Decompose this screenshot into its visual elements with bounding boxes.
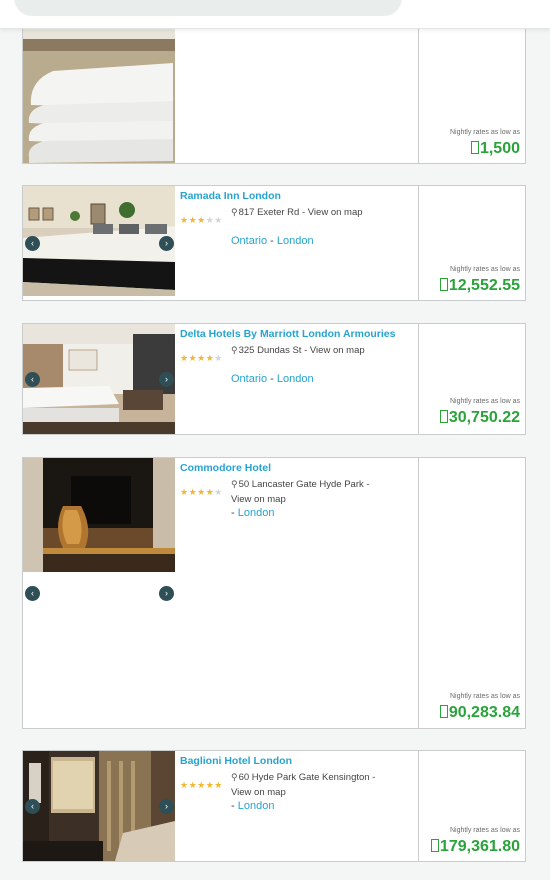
hotel-photo[interactable]: ‹ ›	[23, 751, 175, 861]
hotel-location: Ontario - London	[231, 235, 314, 247]
rate-label: Nightly rates as low as	[449, 266, 520, 273]
price-panel: Nightly rates as low as 30,750.22	[418, 324, 525, 434]
province-link[interactable]: Ontario	[231, 373, 267, 385]
hotel-name-link[interactable]: Delta Hotels By Marriott London Armourie…	[180, 328, 395, 340]
price: 1,500	[470, 140, 520, 158]
star-rating: ★★★★★	[180, 215, 223, 225]
city-link[interactable]: London	[238, 800, 275, 812]
hotel-location: Ontario - London	[231, 373, 314, 385]
chevron-right-icon[interactable]: ›	[159, 236, 174, 251]
hotel-photo[interactable]: ‹ ›	[23, 186, 175, 296]
hotel-address[interactable]: ⚲325 Dundas St - View on map	[231, 343, 381, 359]
star-rating: ★★★★★	[180, 780, 223, 790]
hotel-card[interactable]: ‹ › Baglioni Hotel London ★★★★★ ⚲60 Hyde…	[22, 750, 526, 862]
price-panel: Nightly rates as low as 12,552.55	[418, 186, 525, 300]
city-link[interactable]: London	[277, 235, 314, 247]
map-pin-icon: ⚲	[231, 479, 238, 489]
price: 12,552.55	[439, 277, 520, 295]
hotel-location: - London	[231, 507, 275, 519]
chevron-left-icon[interactable]: ‹	[25, 799, 40, 814]
hotel-location: - London	[231, 800, 275, 812]
hotel-info: Delta Hotels By Marriott London Armourie…	[180, 328, 395, 385]
price-panel: Nightly rates as low as 90,283.84	[418, 458, 525, 728]
star-rating: ★★★★★	[180, 487, 223, 497]
chevron-right-icon[interactable]: ›	[159, 372, 174, 387]
rate-label: Nightly rates as low as	[449, 398, 520, 405]
hotel-card[interactable]: ‹ › Commodore Hotel ★★★★★ ⚲50 Lancaster …	[22, 457, 526, 729]
hotel-info: Baglioni Hotel London ★★★★★ ⚲60 Hyde Par…	[180, 755, 380, 812]
hotel-photo[interactable]	[23, 458, 175, 572]
hotel-address[interactable]: ⚲817 Exeter Rd - View on map	[231, 205, 381, 221]
hotel-photo[interactable]: ‹ ›	[23, 324, 175, 434]
hotel-info: Ramada Inn London ★★★★★ ⚲817 Exeter Rd -…	[180, 190, 380, 247]
map-pin-icon: ⚲	[231, 207, 238, 217]
top-search-bar	[0, 0, 550, 29]
map-pin-icon: ⚲	[231, 345, 238, 355]
currency-icon	[439, 410, 448, 423]
search-field[interactable]	[14, 0, 402, 16]
chevron-left-icon[interactable]: ‹	[25, 236, 40, 251]
city-link[interactable]: London	[277, 373, 314, 385]
currency-icon	[430, 839, 439, 852]
hotel-card[interactable]: ‹ › Ramada Inn London ★★★★★ ⚲817 Exeter …	[22, 185, 526, 301]
price-panel: Nightly rates as low as 179,361.80	[418, 751, 525, 861]
hotel-info: Commodore Hotel ★★★★★ ⚲50 Lancaster Gate…	[180, 462, 380, 519]
hotel-name-link[interactable]: Commodore Hotel	[180, 462, 380, 474]
chevron-left-icon[interactable]: ‹	[25, 372, 40, 387]
hotel-card[interactable]: ‹ › Delta Hotels By Marriott London Armo…	[22, 323, 526, 435]
province-link[interactable]: Ontario	[231, 235, 267, 247]
chevron-right-icon[interactable]: ›	[159, 799, 174, 814]
hotel-name-link[interactable]: Ramada Inn London	[180, 190, 380, 202]
hotel-address[interactable]: ⚲50 Lancaster Gate Hyde Park - View on m…	[231, 477, 381, 507]
hotel-address[interactable]: ⚲60 Hyde Park Gate Kensington - View on …	[231, 770, 381, 800]
price: 90,283.84	[439, 704, 520, 722]
hotel-name-link[interactable]: Baglioni Hotel London	[180, 755, 380, 767]
price: 30,750.22	[439, 409, 520, 427]
map-pin-icon: ⚲	[231, 772, 238, 782]
rate-label: Nightly rates as low as	[449, 827, 520, 834]
currency-icon	[439, 278, 448, 291]
currency-icon	[439, 705, 448, 718]
chevron-right-icon[interactable]: ›	[159, 586, 174, 601]
currency-icon	[470, 141, 479, 154]
rate-label: Nightly rates as low as	[449, 129, 520, 136]
city-link[interactable]: London	[238, 507, 275, 519]
chevron-left-icon[interactable]: ‹	[25, 586, 40, 601]
rate-label: Nightly rates as low as	[449, 693, 520, 700]
price: 179,361.80	[430, 838, 520, 856]
star-rating: ★★★★★	[180, 353, 223, 363]
